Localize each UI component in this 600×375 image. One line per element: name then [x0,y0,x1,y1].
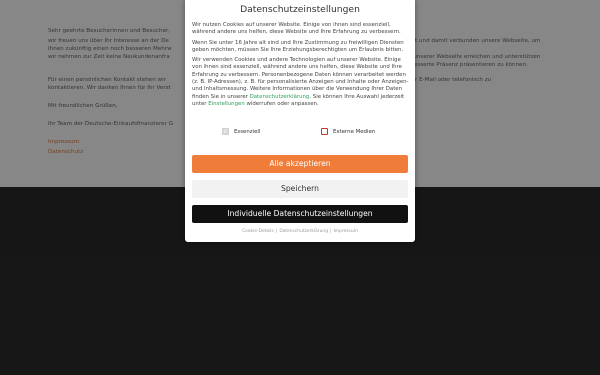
dialog-body: Wir nutzen Cookies auf unserer Website. … [192,22,410,111]
privacy-settings-dialog: Datenschutzeinstellungen Wir nutzen Cook… [185,0,415,242]
settings-link[interactable]: Einstellungen [208,101,245,107]
individual-settings-button[interactable]: Individuelle Datenschutzeinstellungen [192,205,408,223]
privacy-policy-link[interactable]: Datenschutzerklärung [250,94,310,100]
cookie-details-link[interactable]: Cookie-Details [242,229,274,234]
impressum-footer-link[interactable]: Impressum [333,229,357,234]
details-text: widerrufen oder anpassen. [246,100,319,107]
external-media-checkbox[interactable]: Externe Medien [321,128,375,135]
essential-label: Essenziell [234,128,261,135]
consent-checkboxes: ✓ Essenziell Externe Medien [185,128,415,138]
dialog-title: Datenschutzeinstellungen [240,4,360,15]
age-paragraph: Wenn Sie unter 16 Jahre alt sind und Ihr… [192,39,404,53]
details-paragraph: Wir verwenden Cookies und andere Technol… [192,57,410,108]
dialog-footer-links: Cookie-Details | Datenschutzerklärung | Impr… [242,229,358,234]
essential-checkbox: ✓ Essenziell [222,128,260,135]
external-media-label[interactable]: Externe Medien [333,129,375,135]
privacy-policy-footer-link[interactable]: Datenschutzerklärung [279,229,328,234]
checkmark-icon: ✓ [222,127,229,135]
accept-all-button[interactable]: Alle akzeptieren [192,155,408,173]
save-button[interactable]: Speichern [192,180,408,198]
intro-paragraph: Wir nutzen Cookies auf unserer Website. … [192,22,401,36]
checkbox-icon[interactable] [321,128,328,135]
